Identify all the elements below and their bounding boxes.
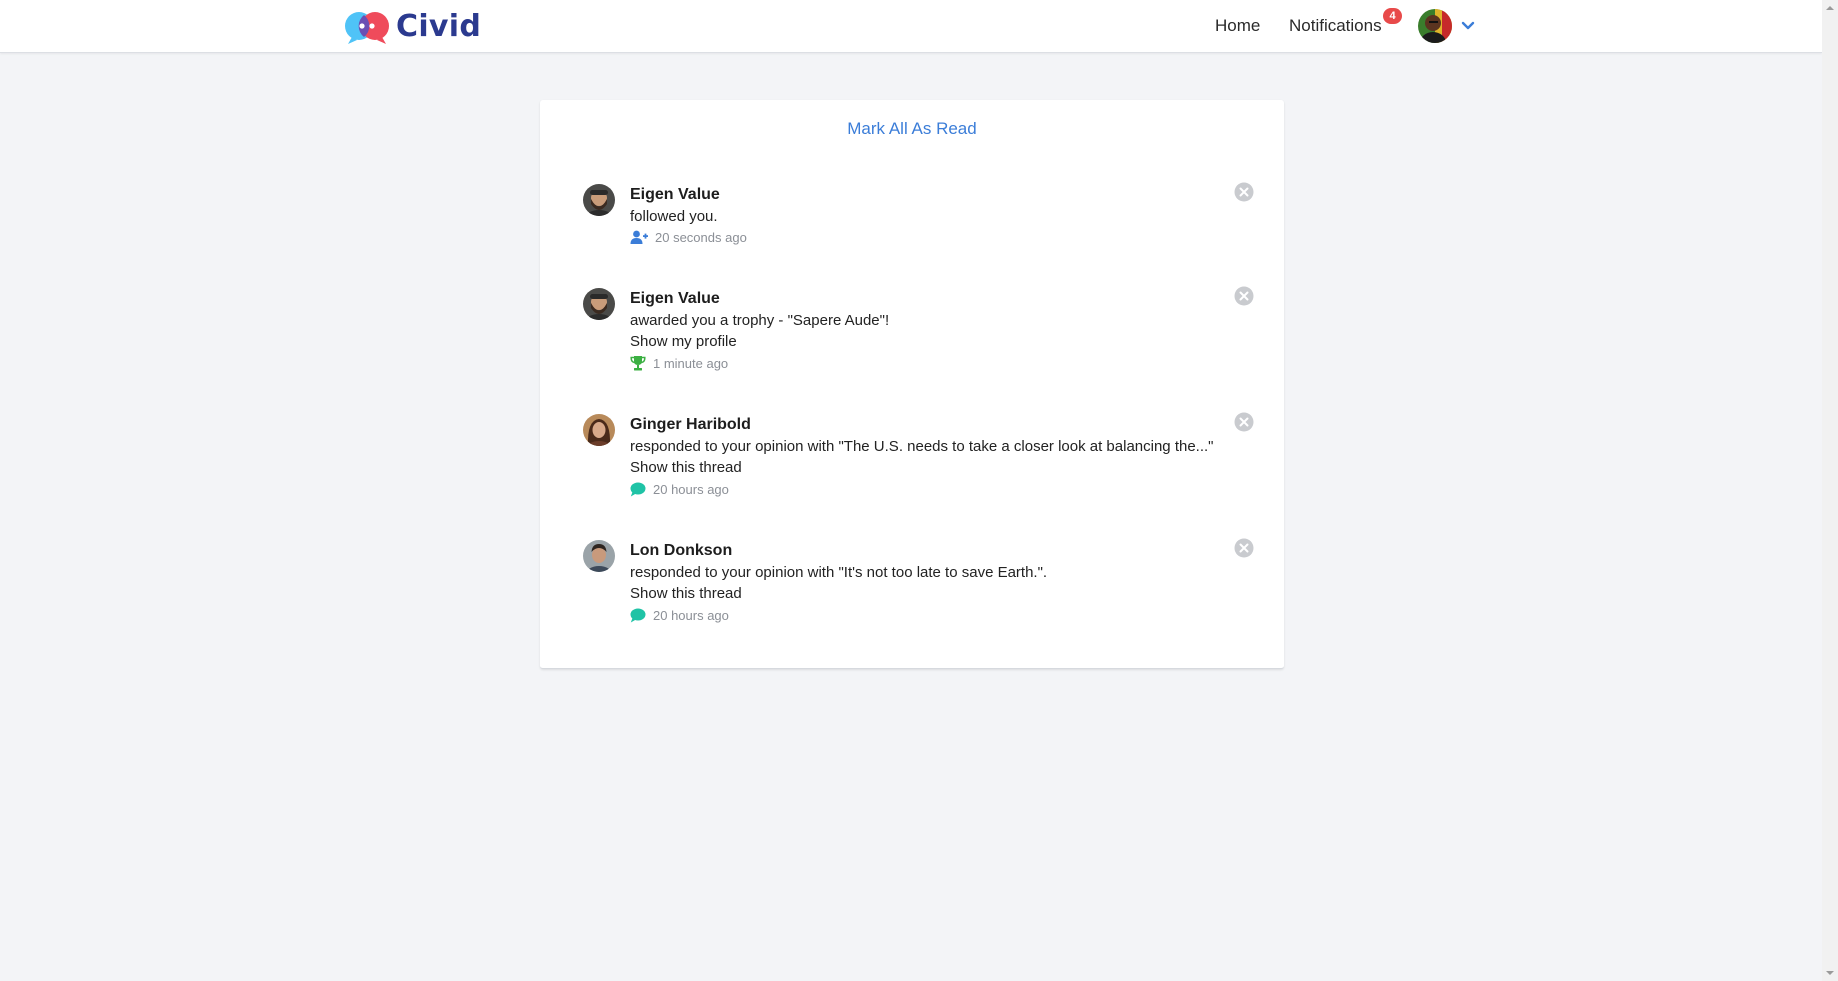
comment-icon — [630, 482, 646, 496]
notification-meta: 1 minute ago — [630, 354, 728, 372]
notifications-count-badge: 4 — [1383, 8, 1402, 24]
notification-meta: 20 hours ago — [630, 480, 729, 498]
scroll-up-arrow-icon[interactable] — [1825, 3, 1835, 13]
notification-time: 20 seconds ago — [655, 229, 747, 245]
notification-message: responded to your opinion with "The U.S.… — [630, 438, 1214, 455]
notification-user-name[interactable]: Ginger Haribold — [630, 416, 751, 434]
civid-logo-icon — [345, 12, 389, 44]
top-navigation-bar: Civid Home Notifications 4 — [0, 0, 1822, 53]
notification-meta: 20 hours ago — [630, 606, 729, 624]
show-this-thread-link[interactable]: Show this thread — [630, 585, 742, 602]
notification-meta: 20 seconds ago — [630, 228, 747, 246]
chevron-down-icon[interactable] — [1461, 19, 1475, 33]
logo-text: Civid — [396, 8, 482, 44]
user-avatar[interactable] — [583, 414, 615, 446]
show-this-thread-link[interactable]: Show this thread — [630, 459, 742, 476]
scroll-down-arrow-icon[interactable] — [1825, 968, 1835, 978]
page-scrollbar[interactable] — [1822, 0, 1838, 981]
mark-all-as-read-button[interactable]: Mark All As Read — [540, 119, 1284, 139]
user-avatar[interactable] — [583, 288, 615, 320]
notification-user-name[interactable]: Eigen Value — [630, 290, 720, 308]
user-avatar[interactable] — [583, 184, 615, 216]
notification-time: 20 hours ago — [653, 607, 729, 623]
notification-user-name[interactable]: Lon Donkson — [630, 542, 732, 560]
notification-message: awarded you a trophy - "Sapere Aude"! — [630, 312, 890, 329]
user-avatar[interactable] — [583, 540, 615, 572]
notification-time: 1 minute ago — [653, 355, 729, 371]
user-avatar[interactable] — [1418, 9, 1452, 43]
nav-home-link[interactable]: Home — [1215, 0, 1260, 52]
trophy-icon — [630, 356, 646, 371]
notification-time: 20 hours ago — [653, 481, 729, 497]
notification-message: responded to your opinion with "It's not… — [630, 564, 1048, 581]
dismiss-notification-icon[interactable] — [1234, 412, 1254, 432]
dismiss-notification-icon[interactable] — [1234, 538, 1254, 558]
show-my-profile-link[interactable]: Show my profile — [630, 333, 737, 350]
notification-message: followed you. — [630, 208, 718, 225]
dismiss-notification-icon[interactable] — [1234, 182, 1254, 202]
comment-icon — [630, 608, 646, 622]
dismiss-notification-icon[interactable] — [1234, 286, 1254, 306]
notifications-panel: Mark All As Read Eigen Value followed yo… — [540, 100, 1284, 669]
nav-notifications-link[interactable]: Notifications — [1289, 0, 1382, 52]
civid-logo[interactable]: Civid — [342, 6, 481, 46]
notification-user-name[interactable]: Eigen Value — [630, 186, 720, 204]
user-plus-icon — [630, 230, 648, 244]
